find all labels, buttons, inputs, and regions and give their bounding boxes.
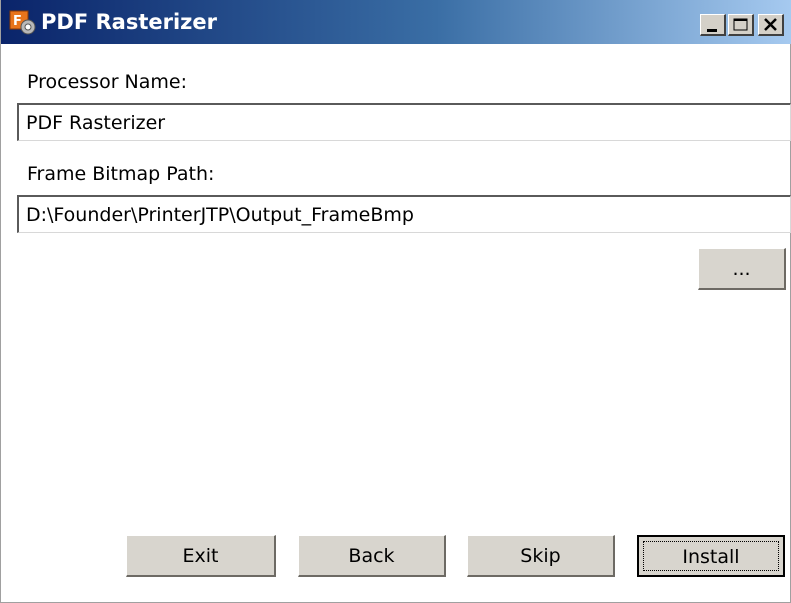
window-title: PDF Rasterizer [41,10,217,34]
title-bar[interactable]: F PDF Rasterizer [1,0,791,44]
app-installer-icon[interactable]: F [9,10,37,36]
frame-bitmap-path-label: Frame Bitmap Path: [27,163,215,185]
browse-button[interactable]: ... [698,248,786,290]
skip-button[interactable]: Skip [467,535,615,577]
close-button[interactable] [758,14,784,36]
exit-button[interactable]: Exit [126,535,276,577]
processor-name-label: Processor Name: [27,71,188,93]
install-button[interactable]: Install [637,535,785,577]
maximize-button[interactable] [728,14,754,36]
install-button-label: Install [643,541,779,571]
processor-name-input[interactable] [17,103,791,141]
minimize-button[interactable] [700,14,726,36]
frame-bitmap-path-input[interactable] [17,195,791,233]
close-icon [764,18,777,31]
back-button[interactable]: Back [298,535,446,577]
maximize-icon [733,18,748,31]
minimize-icon [707,29,717,32]
installer-window: F PDF Rasterizer Processor Name: Frame B… [0,0,791,603]
